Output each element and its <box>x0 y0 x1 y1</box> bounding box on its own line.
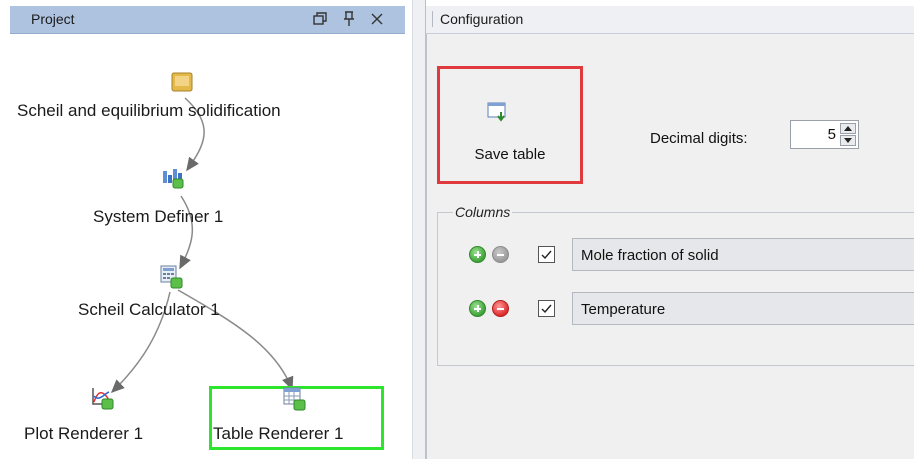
column-row: Mole fraction of solid <box>426 238 914 272</box>
configuration-panel-title: Configuration <box>440 11 524 27</box>
plot-renderer-icon[interactable] <box>91 386 115 415</box>
column-checkbox[interactable] <box>538 246 555 263</box>
spinner-up-button[interactable] <box>840 123 856 134</box>
save-table-icon <box>487 102 509 127</box>
project-panel: Project Scheil and equilibrium solidific… <box>0 0 412 459</box>
table-renderer-icon[interactable] <box>283 387 307 416</box>
add-column-icon[interactable] <box>469 246 486 263</box>
column-select[interactable]: Temperature <box>572 292 914 325</box>
save-table-label: Save table <box>474 146 546 163</box>
decimal-digits-spinner[interactable]: 5 <box>790 120 859 149</box>
remove-column-icon <box>492 246 509 263</box>
columns-group-title: Columns <box>453 204 513 220</box>
drag-grip[interactable] <box>432 11 435 27</box>
tree-node-label-selected[interactable]: Table Renderer 1 <box>213 424 343 444</box>
column-checkbox[interactable] <box>538 300 555 317</box>
columns-group <box>437 212 914 366</box>
configuration-panel: Configuration Save table Decimal digits:… <box>426 0 914 459</box>
column-value: Mole fraction of solid <box>581 247 719 264</box>
save-table-button[interactable]: Save table <box>443 72 577 178</box>
spinner-buttons <box>840 123 856 146</box>
configuration-panel-header: Configuration <box>426 6 914 34</box>
spinner-down-button[interactable] <box>840 135 856 146</box>
decimal-digits-value[interactable]: 5 <box>828 126 836 143</box>
tree-node-label[interactable]: Plot Renderer 1 <box>24 424 143 444</box>
add-column-icon[interactable] <box>469 300 486 317</box>
column-row: Temperature <box>426 292 914 326</box>
calculator-icon[interactable] <box>160 265 184 294</box>
column-select[interactable]: Mole fraction of solid <box>572 238 914 271</box>
column-value: Temperature <box>581 301 666 318</box>
tree-node-label[interactable]: System Definer 1 <box>93 207 223 227</box>
remove-column-icon[interactable] <box>492 300 509 317</box>
tree-node-label[interactable]: Scheil and equilibrium solidification <box>17 101 281 121</box>
tree-node-label[interactable]: Scheil Calculator 1 <box>78 300 220 320</box>
system-definer-icon[interactable] <box>162 167 186 194</box>
panel-splitter[interactable] <box>412 0 426 459</box>
decimal-digits-label: Decimal digits: <box>650 130 748 147</box>
project-folder-icon[interactable] <box>171 72 193 97</box>
